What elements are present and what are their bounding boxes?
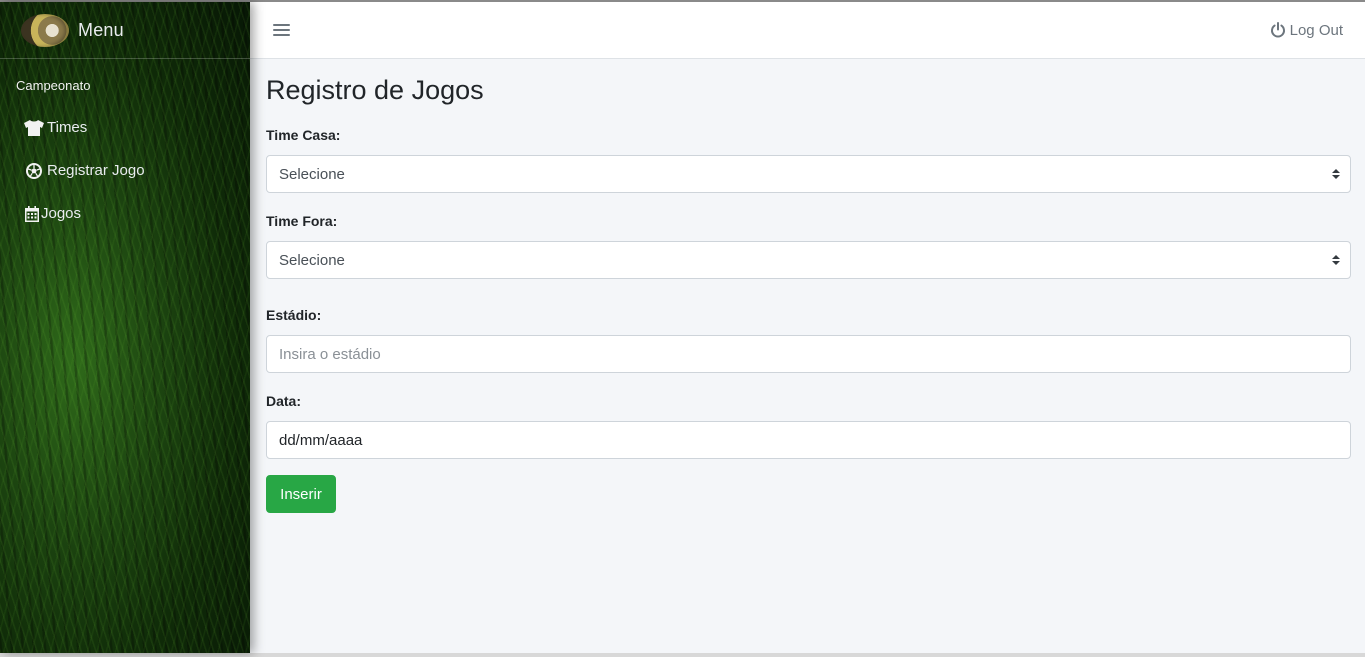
time-fora-label: Time Fora: [266,213,338,229]
window-bottom-border [0,653,1365,657]
sidebar: Menu Campeonato Times Registrar Jogo Jog… [0,2,250,653]
sidebar-item-times[interactable]: Times [0,106,250,149]
top-navbar: Log Out [250,2,1365,59]
sidebar-item-registrar-jogo[interactable]: Registrar Jogo [0,149,250,192]
data-label: Data: [266,393,302,409]
sidebar-item-label: Times [47,119,88,136]
time-fora-selected-value: Selecione [279,251,345,269]
sidebar-item-label: Registrar Jogo [47,162,145,179]
sidebar-item-label: Jogos [41,205,82,222]
brand-logo [21,13,69,47]
time-casa-label: Time Casa: [266,127,341,143]
nav-header-campeonato: Campeonato [16,78,91,93]
data-date-input[interactable]: dd/mm/aaaa [266,421,1351,459]
estadio-label: Estádio: [266,307,322,323]
select-caret-icon [1332,255,1340,265]
estadio-input[interactable] [266,335,1351,373]
brand-link[interactable]: Menu [0,2,250,59]
power-icon [1270,22,1285,38]
futbol-icon [24,162,44,180]
page-title: Registro de Jogos [266,75,484,105]
select-caret-icon [1332,169,1340,179]
tshirt-icon [24,119,44,137]
sidebar-item-jogos[interactable]: Jogos [0,192,250,235]
data-date-value: dd/mm/aaaa [279,431,363,449]
time-casa-selected-value: Selecione [279,165,345,183]
logout-link[interactable]: Log Out [1270,22,1343,39]
calendar-icon [24,205,39,223]
brand-title: Menu [78,19,124,40]
hamburger-menu-icon[interactable] [273,22,290,38]
main-content: Registro de Jogos Time Casa: Selecione T… [250,59,1365,653]
logout-label: Log Out [1289,21,1343,39]
time-fora-select[interactable]: Selecione [266,241,1351,279]
time-casa-select[interactable]: Selecione [266,155,1351,193]
inserir-button[interactable]: Inserir [266,475,336,513]
